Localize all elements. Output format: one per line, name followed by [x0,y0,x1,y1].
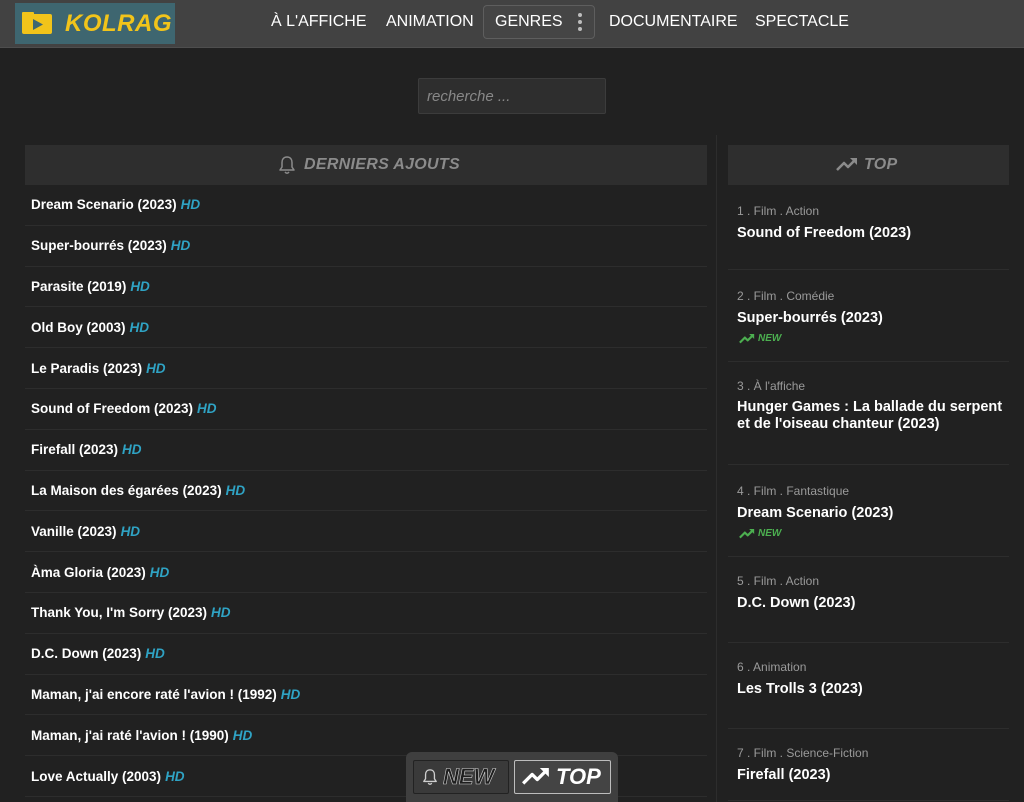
top-item-title: Dream Scenario (2023) [737,505,894,521]
top-item-category: 4 . Film . Fantastique [737,484,850,498]
top-item-title: Super-bourrés (2023) [737,310,883,326]
top-list-item[interactable]: 7 . Film . Science-Fiction Firefall (2023… [728,729,1009,801]
hd-badge: HD [170,238,191,254]
latest-list-item[interactable]: Dream Scenario (2023) HD [25,185,707,226]
latest-item-title: Thank You, I'm Sorry (2023) [31,605,208,621]
site-logo[interactable]: KOLRAG [15,3,175,44]
nav-spectacle[interactable]: SPECTACLE [755,0,849,48]
trending-up-icon [836,158,857,171]
bell-icon [423,769,437,785]
hd-badge: HD [280,686,301,702]
latest-item-title: Old Boy (2003) [31,319,126,335]
top-item-title: D.C. Down (2023) [737,595,856,611]
latest-list: Dream Scenario (2023) HD Super-bourrés (20… [25,185,707,797]
latest-section-title: DERNIERS AJOUTS [304,156,460,173]
latest-list-item[interactable]: Parasite (2019) HD [25,267,707,308]
latest-list-item[interactable]: D.C. Down (2023) HD [25,634,707,675]
nav-genres-label: GENRES [495,13,563,30]
new-badge-label: NEW [758,333,782,344]
top-list-item[interactable]: 3 . À l'affiche Hunger Games : La ballade… [728,362,1009,465]
top-tab-button[interactable]: TOP [514,760,611,794]
more-vertical-icon [578,13,582,31]
latest-list-item[interactable]: Sound of Freedom (2023) HD [25,389,707,430]
trending-up-icon [739,528,755,538]
latest-list-item[interactable]: La Maison des égarées (2023) HD [25,471,707,512]
top-item-category: 7 . Film . Science-Fiction [737,746,869,760]
play-folder-icon [22,12,52,34]
top-item-title: Hunger Games : La ballade du serpent et … [737,399,1003,432]
latest-item-title: Maman, j'ai encore raté l'avion ! (1992) [31,686,277,702]
top-item-category: 3 . À l'affiche [737,379,806,393]
top-item-category: 6 . Animation [737,660,807,674]
hd-badge: HD [145,646,165,662]
latest-item-title: Sound of Freedom (2023) [31,401,194,417]
latest-list-item[interactable]: Maman, j'ai encore raté l'avion ! (1992)… [25,675,707,716]
latest-list-item[interactable]: Maman, j'ai raté l'avion ! (1990) HD [25,715,707,757]
latest-item-title: Love Actually (2003) [31,768,162,784]
hd-badge: HD [122,442,142,458]
latest-item-title: D.C. Down (2023) [31,646,142,662]
top-list-item[interactable]: 1 . Film . Action Sound of Freedom (2023) [728,185,1009,270]
latest-list-item[interactable]: Le Paradis (2023) HD [25,348,707,389]
latest-item-title: Firefall (2023) [31,442,119,458]
latest-list-item[interactable]: Firefall (2023) HD [25,430,707,471]
column-divider [716,135,717,802]
hd-badge: HD [232,727,253,743]
hd-badge: HD [130,278,150,294]
latest-item-title: Parasite (2019) [31,278,127,294]
hd-badge: HD [149,564,170,580]
top-navigation-bar: KOLRAG À L'AFFICHE ANIMATION GENRES DOCU… [0,0,1024,48]
top-item-category: 2 . Film . Comédie [737,289,835,303]
latest-list-item[interactable]: Super-bourrés (2023) HD [25,226,707,267]
top-item-category: 1 . Film . Action [737,204,820,218]
top-list-item[interactable]: 5 . Film . Action D.C. Down (2023) [728,557,1009,643]
hd-badge: HD [165,768,185,784]
hd-badge: HD [146,360,166,376]
latest-list-item[interactable]: Vanille (2023) HD [25,511,707,553]
hd-badge: HD [225,482,246,498]
top-list-item[interactable]: 2 . Film . Comédie Super-bourrés (2023) NE… [728,270,1009,362]
latest-item-title: Dream Scenario (2023) [31,197,177,213]
latest-list-item[interactable]: Old Boy (2003) HD [25,307,707,349]
top-section-header: TOP [728,145,1009,185]
nav-documentaire[interactable]: DOCUMENTAIRE [609,0,738,48]
new-tab-button[interactable]: NEW [413,760,509,794]
latest-list-item[interactable]: Thank You, I'm Sorry (2023) HD [25,593,707,634]
top-section-title: TOP [864,156,898,173]
latest-list-item[interactable]: Àma Gloria (2023) HD [25,552,707,593]
new-badge: NEW [739,333,781,344]
hd-badge: HD [129,319,150,335]
new-badge: NEW [739,528,781,539]
top-item-title: Les Trolls 3 (2023) [737,681,863,697]
latest-item-title: La Maison des égarées (2023) [31,482,222,498]
nav-a-laffiche[interactable]: À L'AFFICHE [271,0,367,48]
latest-item-title: Vanille (2023) [31,523,117,539]
floating-tab-bar: NEW TOP [406,752,618,802]
top-item-title: Sound of Freedom (2023) [737,225,912,241]
latest-section-header: DERNIERS AJOUTS [25,145,707,185]
new-badge-label: NEW [758,528,782,539]
latest-item-title: Super-bourrés (2023) [31,238,167,254]
latest-item-title: Àma Gloria (2023) [31,564,146,580]
latest-item-title: Maman, j'ai raté l'avion ! (1990) [31,727,229,743]
top-item-title: Firefall (2023) [737,767,831,783]
top-tab-label: TOP [556,764,601,789]
hd-badge: HD [180,197,201,213]
bell-icon [279,156,295,174]
top-list: 1 . Film . Action Sound of Freedom (2023)… [728,185,1009,801]
hd-badge: HD [120,523,141,539]
top-list-item[interactable]: 6 . Animation Les Trolls 3 (2023) [728,643,1009,729]
trending-up-icon [739,333,755,343]
hd-badge: HD [211,605,231,621]
latest-item-title: Le Paradis (2023) [31,360,143,376]
search-input[interactable] [418,78,606,114]
brand-name: KOLRAG [65,10,172,37]
nav-animation[interactable]: ANIMATION [386,0,474,48]
top-list-item[interactable]: 4 . Film . Fantastique Dream Scenario (20… [728,465,1009,557]
new-tab-label: NEW [443,764,495,790]
trending-up-icon [522,768,549,785]
nav-genres-dropdown[interactable]: GENRES [483,5,595,39]
hd-badge: HD [197,401,217,417]
top-item-category: 5 . Film . Action [737,574,820,588]
